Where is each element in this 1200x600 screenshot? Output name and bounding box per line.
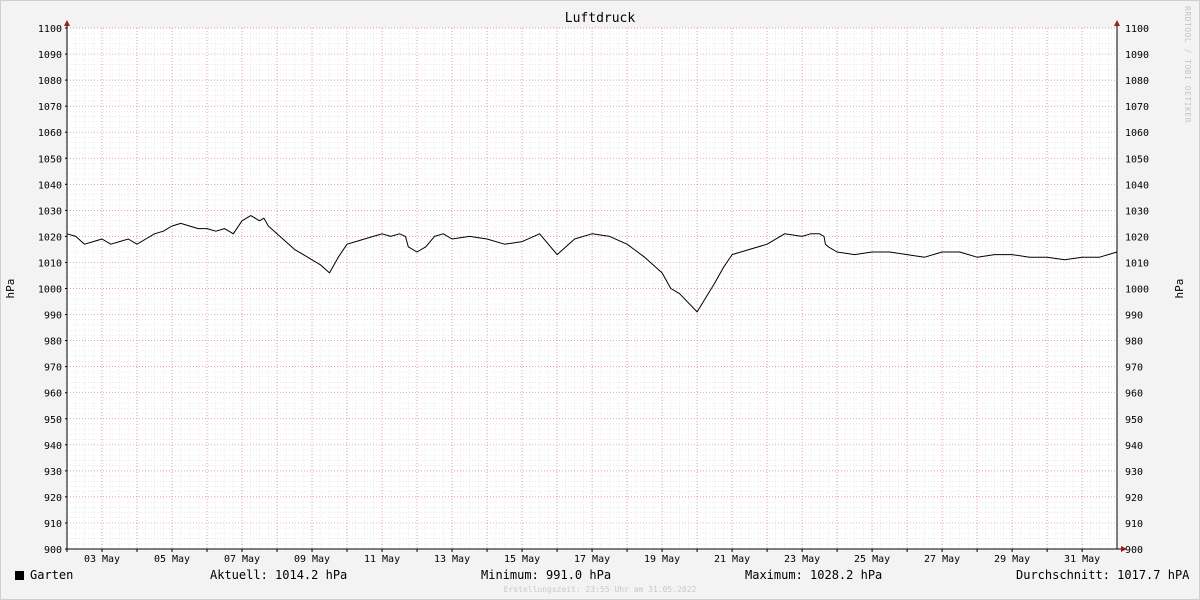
- x-tick-label: 27 May: [924, 554, 960, 565]
- y-tick-label-right: 1050: [1125, 154, 1149, 165]
- watermark: RRDTOOL / TOBI OETIKER: [1183, 6, 1192, 123]
- y-tick-label-right: 930: [1125, 467, 1143, 478]
- y-tick-label: 990: [44, 311, 62, 322]
- legend-current: Aktuell: 1014.2 hPa: [210, 568, 348, 582]
- legend-series-name: Garten: [30, 568, 74, 582]
- x-tick-label: 05 May: [154, 554, 190, 565]
- x-tick-label: 29 May: [994, 554, 1030, 565]
- y-tick-label-right: 960: [1125, 389, 1143, 400]
- y-tick-label: 1080: [38, 76, 62, 87]
- y-tick-label-right: 1090: [1125, 50, 1149, 61]
- y-tick-label-right: 1030: [1125, 206, 1149, 217]
- y-tick-label: 980: [44, 337, 62, 348]
- y-tick-label-right: 950: [1125, 415, 1143, 426]
- y-tick-label: 960: [44, 389, 62, 400]
- chart-canvas: 900 900 910 910 920 920 930 930 940 940 950 950 960 9…: [0, 0, 1200, 600]
- legend-series: Garten: [15, 568, 73, 582]
- y-tick-label-right: 900: [1125, 545, 1143, 556]
- pressure-chart: 900 900 910 910 920 920 930 930 940 940 950 950 960 9…: [0, 0, 1200, 600]
- y-tick-label-right: 910: [1125, 519, 1143, 530]
- y-tick-label: 970: [44, 363, 62, 374]
- y-tick-label-right: 980: [1125, 337, 1143, 348]
- y-tick-label: 1030: [38, 206, 62, 217]
- y-tick-label: 1070: [38, 102, 62, 113]
- y-tick-label-right: 1040: [1125, 180, 1149, 191]
- y-tick-label-right: 1070: [1125, 102, 1149, 113]
- x-tick-label: 25 May: [854, 554, 890, 565]
- y-tick-label: 1000: [38, 285, 62, 296]
- y-tick-label-right: 920: [1125, 493, 1143, 504]
- y-tick-label: 1040: [38, 180, 62, 191]
- x-tick-label: 21 May: [714, 554, 750, 565]
- y-tick-label-right: 1020: [1125, 232, 1149, 243]
- y-tick-label: 1090: [38, 50, 62, 61]
- legend-maximum: Maximum: 1028.2 hPa: [745, 568, 883, 582]
- y-tick-label: 900: [44, 545, 62, 556]
- x-tick-label: 31 May: [1064, 554, 1100, 565]
- x-tick-label: 13 May: [434, 554, 470, 565]
- y-tick-label: 920: [44, 493, 62, 504]
- y-tick-label: 910: [44, 519, 62, 530]
- x-tick-label: 23 May: [784, 554, 820, 565]
- y-tick-label: 1020: [38, 232, 62, 243]
- legend-swatch: [15, 571, 24, 580]
- y-tick-label-right: 970: [1125, 363, 1143, 374]
- y-tick-label: 940: [44, 441, 62, 452]
- y-tick-label: 950: [44, 415, 62, 426]
- y-axis-label-right: hPa: [1173, 279, 1186, 299]
- y-tick-label: 1010: [38, 258, 62, 269]
- chart-title: Luftdruck: [564, 11, 636, 26]
- x-tick-label: 07 May: [224, 554, 260, 565]
- y-tick-label-right: 1080: [1125, 76, 1149, 87]
- y-tick-label-right: 1060: [1125, 128, 1149, 139]
- y-tick-label: 1050: [38, 154, 62, 165]
- legend-minimum: Minimum: 991.0 hPa: [481, 568, 612, 582]
- x-tick-label: 09 May: [294, 554, 330, 565]
- y-tick-label-right: 1000: [1125, 285, 1149, 296]
- x-tick-label: 11 May: [364, 554, 400, 565]
- y-tick-label: 1060: [38, 128, 62, 139]
- x-tick-label: 17 May: [574, 554, 610, 565]
- x-tick-label: 19 May: [644, 554, 680, 565]
- y-tick-label-right: 1010: [1125, 258, 1149, 269]
- x-tick-label: 03 May: [84, 554, 120, 565]
- creation-time-footer: Erstellungszeit: 23:55 Uhr am 31.05.2022: [503, 585, 697, 594]
- y-tick-label-right: 990: [1125, 311, 1143, 322]
- y-tick-label-right: 940: [1125, 441, 1143, 452]
- y-axis-label-left: hPa: [4, 279, 17, 299]
- y-tick-label: 930: [44, 467, 62, 478]
- x-tick-label: 15 May: [504, 554, 540, 565]
- legend-average: Durchschnitt: 1017.7 hPA: [1016, 568, 1190, 582]
